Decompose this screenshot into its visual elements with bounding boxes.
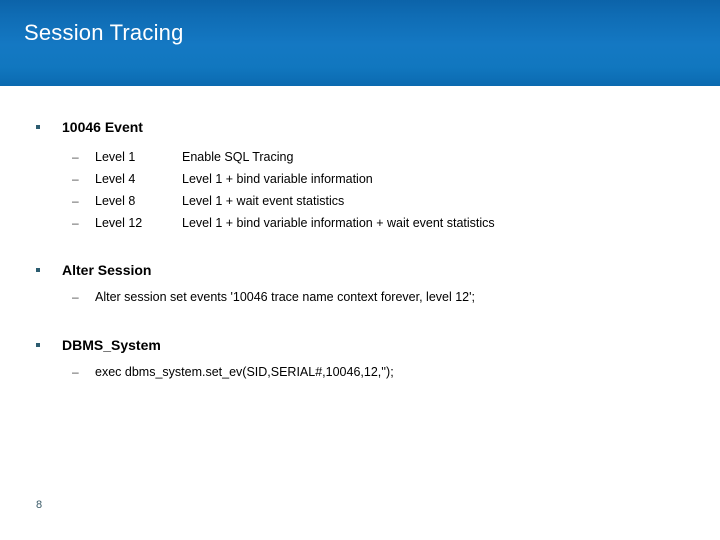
level-label: Level 1: [95, 150, 136, 164]
page-title: Session Tracing: [24, 20, 184, 45]
list-item: – Level 8 Level 1 + wait event statistic…: [72, 190, 702, 212]
level-description: Level 1 + wait event statistics: [182, 194, 345, 208]
page-number: 8: [36, 499, 43, 511]
list-item: – Level 12 Level 1 + bind variable infor…: [72, 212, 702, 234]
section-title: DBMS_System: [62, 337, 161, 353]
level-description: Level 1 + bind variable information: [182, 172, 373, 186]
dash-icon: –: [72, 172, 79, 186]
bullet-icon: [36, 125, 40, 129]
slide: Session Tracing 10046 Event – Level 1 En…: [0, 0, 720, 540]
bullet-icon: [36, 343, 40, 347]
list-item: – exec dbms_system.set_ev(SID,SERIAL#,10…: [72, 361, 702, 383]
dash-icon: –: [72, 365, 79, 379]
list-item: – Level 1 Enable SQL Tracing: [72, 146, 702, 168]
level-description: Level 1 + bind variable information + wa…: [182, 216, 495, 230]
dash-icon: –: [72, 194, 79, 208]
dash-icon: –: [72, 150, 79, 164]
section-title: Alter Session: [62, 262, 152, 278]
dash-icon: –: [72, 290, 79, 304]
slide-body: 10046 Event – Level 1 Enable SQL Tracing…: [0, 86, 720, 540]
level-label: Level 12: [95, 216, 143, 230]
dash-icon: –: [72, 216, 79, 230]
list-item: – Level 4 Level 1 + bind variable inform…: [72, 168, 702, 190]
section-title: 10046 Event: [62, 119, 143, 135]
list-item: – Alter session set events '10046 trace …: [72, 286, 702, 308]
level-label: Level 4: [95, 172, 136, 186]
level-label: Level 8: [95, 194, 136, 208]
sql-command: exec dbms_system.set_ev(SID,SERIAL#,1004…: [95, 365, 394, 379]
bullet-icon: [36, 268, 40, 272]
sql-command: Alter session set events '10046 trace na…: [95, 290, 475, 304]
level-description: Enable SQL Tracing: [182, 150, 294, 164]
slide-header-bar: Session Tracing: [0, 0, 720, 86]
